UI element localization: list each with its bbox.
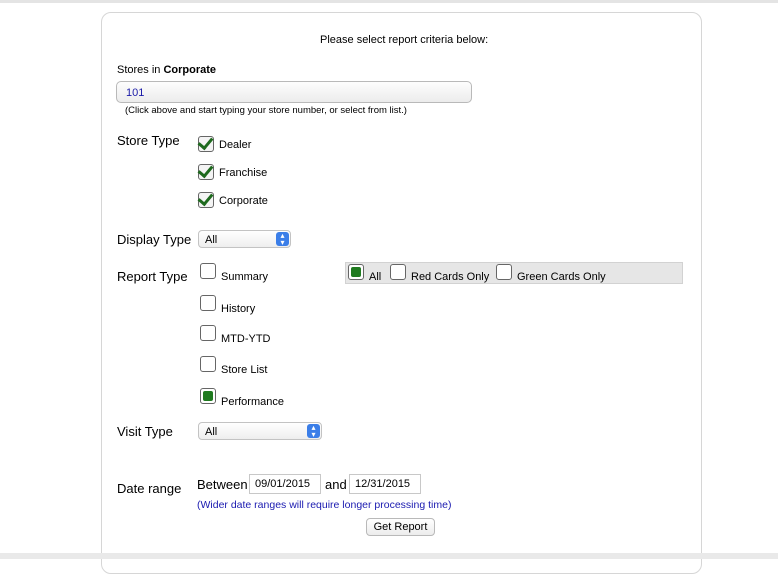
- card-filter-red-label: Red Cards Only: [411, 271, 490, 283]
- store-type-corporate-label: Corporate: [219, 195, 268, 207]
- report-type-performance-option[interactable]: [200, 388, 216, 404]
- store-input-hint: (Click above and start typing your store…: [125, 105, 407, 116]
- visit-type-label: Visit Type: [117, 424, 173, 439]
- visit-type-select[interactable]: All ▴ ▾: [198, 422, 322, 440]
- browser-bottom-edge: [0, 553, 778, 559]
- end-date-input[interactable]: 12/31/2015: [349, 474, 421, 494]
- select-arrows-icon: ▴ ▾: [307, 424, 320, 439]
- card-filter-red-option[interactable]: [390, 264, 406, 280]
- date-and-label: and: [325, 477, 347, 492]
- store-type-dealer-checkbox[interactable]: [198, 136, 214, 152]
- report-type-summary-label: Summary: [221, 271, 269, 283]
- start-date-input[interactable]: 09/01/2015: [249, 474, 321, 494]
- browser-top-edge: [0, 0, 778, 3]
- report-type-history-label: History: [221, 303, 256, 315]
- report-type-mtd-ytd-option[interactable]: [200, 325, 216, 341]
- report-type-store-list-label: Store List: [221, 364, 268, 376]
- stores-label-company: Corporate: [163, 64, 217, 76]
- report-type-store-list-option[interactable]: [200, 356, 216, 372]
- store-type-franchise-label: Franchise: [219, 167, 268, 179]
- display-type-label: Display Type: [117, 232, 192, 247]
- date-between-label: Between: [197, 477, 248, 492]
- display-type-value: All: [205, 234, 218, 246]
- report-type-summary-option[interactable]: [200, 263, 216, 279]
- stores-label: Stores in Corporate: [117, 64, 217, 76]
- store-number-input[interactable]: 101: [116, 81, 472, 103]
- store-type-dealer-label: Dealer: [219, 139, 252, 151]
- select-arrows-icon: ▴ ▾: [276, 232, 289, 247]
- store-type-franchise-checkbox[interactable]: [198, 164, 214, 180]
- card-filter-green-label: Green Cards Only: [517, 271, 606, 283]
- report-type-performance-label: Performance: [221, 396, 284, 408]
- form-title: Please select report criteria below:: [320, 34, 489, 46]
- card-filter-all-option[interactable]: [348, 264, 364, 280]
- card-filter-all-label: All: [369, 271, 382, 283]
- get-report-button[interactable]: Get Report: [366, 518, 435, 536]
- store-type-corporate-checkbox[interactable]: [198, 192, 214, 208]
- card-filter-green-option[interactable]: [496, 264, 512, 280]
- date-range-label: Date range: [117, 481, 182, 496]
- report-type-history-option[interactable]: [200, 295, 216, 311]
- report-type-mtd-ytd-label: MTD-YTD: [221, 333, 271, 345]
- store-type-label: Store Type: [117, 133, 180, 148]
- date-range-note: (Wider date ranges will require longer p…: [197, 499, 452, 511]
- report-type-label: Report Type: [117, 269, 188, 284]
- display-type-select[interactable]: All ▴ ▾: [198, 230, 291, 248]
- visit-type-value: All: [205, 426, 218, 438]
